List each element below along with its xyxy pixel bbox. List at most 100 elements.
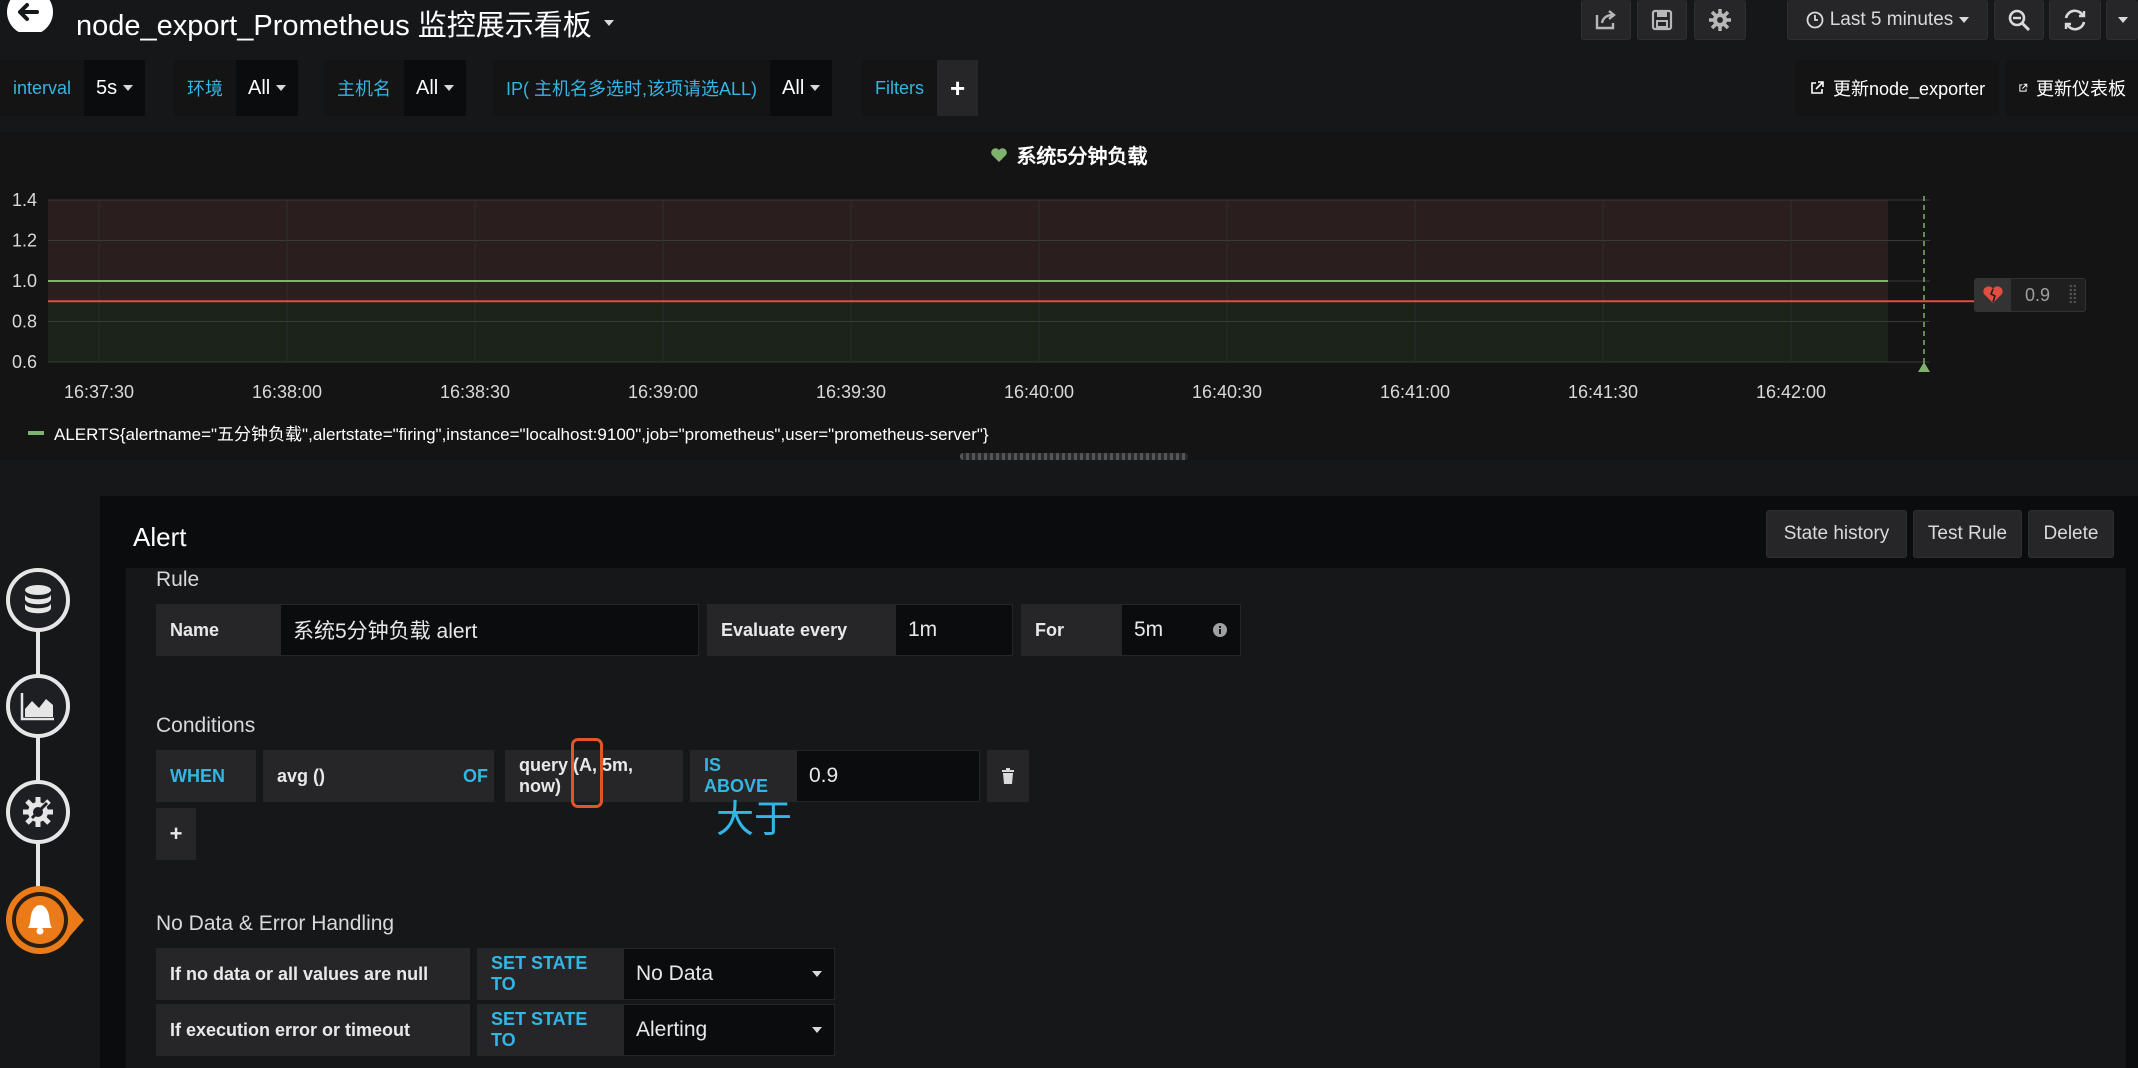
dashboard-title[interactable]: node_export_Prometheus 监控展示看板 bbox=[76, 2, 614, 44]
state-history-button[interactable]: State history bbox=[1766, 510, 1907, 558]
nav-alert[interactable] bbox=[4, 884, 85, 956]
variable-value[interactable]: All bbox=[404, 60, 467, 116]
x-tick-label: 16:38:30 bbox=[440, 382, 510, 402]
chevron-down-icon bbox=[603, 20, 614, 26]
broken-heart-icon bbox=[1983, 286, 2003, 303]
threshold-ok-zone bbox=[48, 301, 1888, 362]
gear-wrench-icon bbox=[23, 797, 53, 827]
when-keyword: WHEN bbox=[156, 750, 256, 802]
chevron-down-icon bbox=[1959, 16, 1970, 23]
for-input[interactable]: 5m bbox=[1121, 604, 1241, 656]
x-tick-label: 16:37:30 bbox=[64, 382, 134, 402]
rule-row: Name 系统5分钟负载 alert Evaluate every 1m For… bbox=[156, 604, 1241, 656]
test-rule-button[interactable]: Test Rule bbox=[1913, 510, 2022, 558]
rule-section-title: Rule bbox=[156, 568, 200, 591]
share-button[interactable] bbox=[1581, 0, 1631, 40]
variable-label: IP( 主机名多选时,该项请选ALL) bbox=[493, 60, 771, 116]
variable-value[interactable]: All bbox=[236, 60, 299, 116]
threshold-input[interactable]: 0.9 bbox=[796, 750, 980, 802]
name-field[interactable]: Name 系统5分钟负载 alert bbox=[156, 604, 699, 656]
set-state-label: SET STATE TO bbox=[477, 1004, 623, 1056]
variable-label: interval bbox=[0, 60, 85, 116]
variable-label: 主机名 bbox=[324, 60, 404, 116]
variable-value[interactable]: All bbox=[770, 60, 833, 116]
reducer-select[interactable]: avg () bbox=[263, 750, 449, 802]
x-tick-label: 16:42:00 bbox=[1756, 382, 1826, 402]
refresh-button[interactable] bbox=[2049, 0, 2101, 40]
y-tick-label: 0.8 bbox=[12, 312, 37, 332]
graph-canvas[interactable]: 1.4 1.2 1.0 0.8 0.6 16:37:30 16:38:00 16:38:30 1… bbox=[0, 132, 2138, 460]
x-tick-label: 16:41:30 bbox=[1568, 382, 1638, 402]
time-range-label: Last 5 minutes bbox=[1829, 8, 1954, 30]
error-state-select[interactable]: Alerting bbox=[623, 1004, 835, 1056]
remove-condition-button[interactable] bbox=[987, 750, 1029, 802]
refresh-interval-dropdown[interactable] bbox=[2106, 0, 2138, 40]
variable-filters[interactable]: Filters + bbox=[862, 60, 979, 116]
threshold-alert-zone bbox=[48, 200, 1888, 302]
for-label: For bbox=[1021, 604, 1121, 656]
threshold-heart[interactable] bbox=[1975, 279, 2011, 311]
nav-visualization[interactable] bbox=[6, 674, 70, 738]
variable-hostname[interactable]: 主机名 All bbox=[324, 60, 467, 116]
zoom-out-button[interactable] bbox=[1994, 0, 2044, 40]
chevron-down-icon bbox=[276, 85, 287, 91]
add-condition-button[interactable]: + bbox=[156, 808, 196, 860]
variable-interval[interactable]: interval 5s bbox=[0, 60, 146, 116]
threshold-handle[interactable]: 0.9 ⠿ ⠿ bbox=[1974, 278, 2086, 312]
time-picker[interactable]: Last 5 minutes bbox=[1787, 0, 1988, 40]
for-field[interactable]: For 5m bbox=[1021, 604, 1241, 656]
link-update-dashboard[interactable]: 更新仪表板 bbox=[2006, 60, 2138, 116]
nodata-section-title: No Data & Error Handling bbox=[156, 912, 395, 935]
evaluate-every-label: Evaluate every bbox=[707, 604, 895, 656]
nav-queries[interactable] bbox=[6, 568, 70, 632]
database-icon bbox=[25, 585, 51, 614]
bell-icon bbox=[6, 886, 85, 954]
link-update-exporter[interactable]: 更新node_exporter bbox=[1795, 60, 2000, 116]
graph-legend[interactable]: ALERTS{alertname="五分钟负载",alertstate="fir… bbox=[28, 420, 989, 445]
clock-icon bbox=[1806, 11, 1824, 28]
delete-button[interactable]: Delete bbox=[2028, 510, 2114, 558]
link-label: 更新仪表板 bbox=[2036, 79, 2126, 99]
evaluate-every-input[interactable]: 1m bbox=[895, 604, 1013, 656]
variable-ip[interactable]: IP( 主机名多选时,该项请选ALL) All bbox=[493, 60, 833, 116]
x-tick-label: 16:40:30 bbox=[1192, 382, 1262, 402]
y-tick-label: 0.6 bbox=[12, 352, 37, 372]
info-icon[interactable] bbox=[1212, 622, 1228, 638]
name-input[interactable]: 系统5分钟负载 alert bbox=[280, 604, 699, 656]
threshold-value: 0.9 bbox=[2025, 284, 2051, 305]
arrow-left-icon bbox=[7, 0, 53, 35]
save-button[interactable] bbox=[1637, 0, 1687, 40]
link-label: 更新node_exporter bbox=[1833, 79, 1986, 99]
nodata-label: If no data or all values are null bbox=[156, 948, 470, 1000]
variable-label: 环境 bbox=[174, 60, 236, 116]
panel-resize-handle[interactable] bbox=[960, 453, 1188, 460]
variable-env[interactable]: 环境 All bbox=[174, 60, 299, 116]
alert-body: Rule Name 系统5分钟负载 alert Evaluate every 1… bbox=[126, 568, 2126, 1068]
nodata-row: If no data or all values are null SET ST… bbox=[156, 948, 835, 1000]
for-value: 5m bbox=[1134, 618, 1164, 641]
of-keyword: OF bbox=[449, 750, 494, 802]
alert-title: Alert bbox=[133, 522, 187, 552]
gear-icon bbox=[1709, 8, 1731, 31]
nav-general[interactable] bbox=[6, 780, 70, 844]
area-chart-icon bbox=[20, 693, 54, 721]
chevron-down-icon bbox=[812, 971, 822, 977]
query-param-highlight bbox=[571, 738, 603, 808]
back-button[interactable] bbox=[4, 0, 56, 35]
nodata-state-select[interactable]: No Data bbox=[623, 948, 835, 1000]
graph-panel: 系统5分钟负载 1.4 1.2 1.0 0.8 0.6 16:37:30 16:38:00 1… bbox=[0, 132, 2138, 460]
chevron-down-icon bbox=[444, 85, 455, 91]
condition-annotation: 大于 bbox=[716, 799, 793, 841]
add-filter-button[interactable]: + bbox=[937, 60, 979, 116]
chevron-down-icon bbox=[810, 85, 821, 91]
x-tick-label: 16:38:00 bbox=[252, 382, 322, 402]
settings-button[interactable] bbox=[1694, 0, 1746, 40]
set-state-label: SET STATE TO bbox=[477, 948, 623, 1000]
evaluate-every-field[interactable]: Evaluate every 1m bbox=[707, 604, 1013, 656]
x-tick-label: 16:39:00 bbox=[628, 382, 698, 402]
chevron-down-icon bbox=[2117, 16, 2128, 23]
drag-handle-icon[interactable]: ⠿ ⠿ bbox=[2068, 284, 2079, 306]
dashboard-title-text: node_export_Prometheus 监控展示看板 bbox=[76, 10, 592, 42]
save-icon bbox=[1651, 9, 1673, 30]
variable-value[interactable]: 5s bbox=[84, 60, 146, 116]
